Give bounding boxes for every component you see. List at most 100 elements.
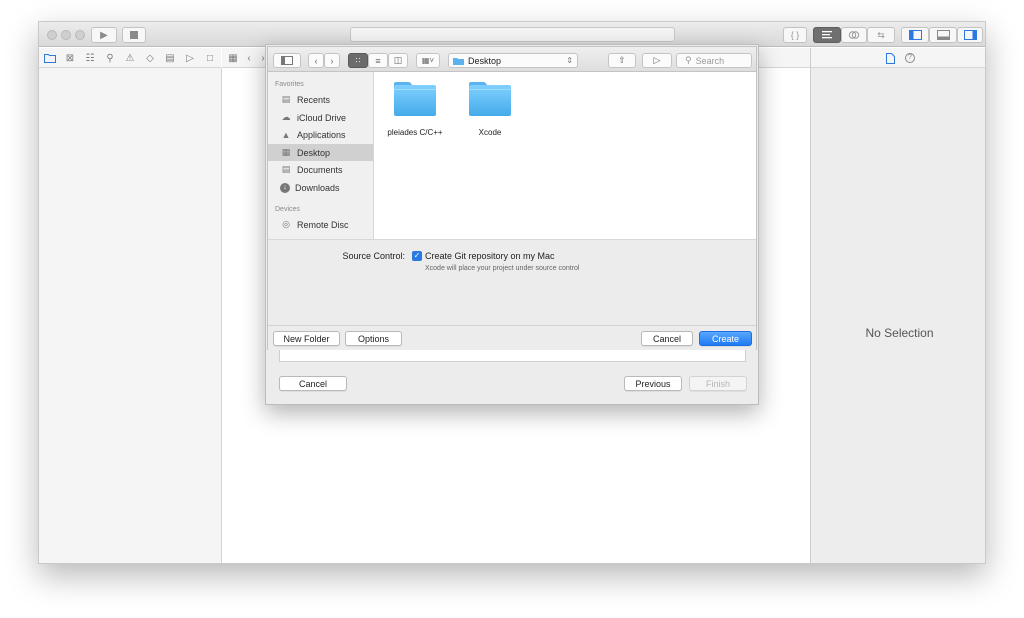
related-items-icon[interactable]: ▦ (226, 51, 240, 65)
warning-icon[interactable]: ⚠ (123, 51, 137, 65)
sidebar-item-remote-disc[interactable]: ◎ Remote Disc (268, 216, 373, 233)
sheet-cancel-button[interactable]: Cancel (279, 376, 347, 391)
zoom-window-button[interactable] (75, 30, 85, 40)
list-view-button[interactable]: ≡ (368, 53, 388, 68)
clock-icon: ▤ (281, 94, 291, 104)
tags-button[interactable]: ▷ (642, 53, 672, 68)
save-panel-toolbar: ‹ › ∷ ≡ ◫ ▦˅ Desktop ⇕ ⇧ ▷ ⚲ Search (268, 47, 756, 72)
disc-icon: ◎ (282, 219, 290, 229)
favorites-header: Favorites (275, 81, 304, 88)
create-button[interactable]: Create (699, 331, 752, 346)
inspector-selector-bar: ? (811, 48, 985, 68)
symbol-icon[interactable]: ☷ (83, 51, 97, 65)
grid-icon: ∷ (355, 56, 361, 65)
folder-icon[interactable] (469, 82, 511, 116)
git-hint: Xcode will place your project under sour… (425, 265, 580, 272)
search-placeholder: Search (695, 55, 725, 66)
arrange-button[interactable]: ▦˅ (416, 53, 440, 68)
minimize-window-button[interactable] (61, 30, 71, 40)
source-control-icon[interactable]: ⊠ (63, 51, 77, 65)
finish-button[interactable]: Finish (689, 376, 747, 391)
sidebar-item-documents[interactable]: ▤ Documents (268, 161, 373, 178)
sidebar-item-desktop[interactable]: ▦ Desktop (268, 144, 373, 161)
arrange-grid-icon: ▦˅ (421, 56, 435, 65)
sidebar-item-icloud-drive[interactable]: ☁ iCloud Drive (268, 109, 373, 126)
git-checkbox-label[interactable]: Create Git repository on my Mac (425, 251, 555, 261)
stop-icon (130, 31, 138, 39)
toggle-debug-area-button[interactable] (929, 27, 957, 43)
share-icon: ⇧ (618, 55, 626, 65)
sidebar-item-downloads[interactable]: ↓ Downloads (268, 179, 373, 196)
left-panel-icon (908, 30, 922, 40)
save-panel: ‹ › ∷ ≡ ◫ ▦˅ Desktop ⇕ ⇧ ▷ ⚲ Search Favo… (267, 46, 757, 350)
cloud-icon: ☁ (281, 112, 291, 122)
folder-icon (453, 57, 464, 65)
share-button[interactable]: ⇧ (608, 53, 636, 68)
debug-icon[interactable]: ▤ (163, 51, 177, 65)
sidebar-item-applications[interactable]: ▲ Applications (268, 126, 373, 143)
toggle-utilities-button[interactable] (957, 27, 983, 43)
sidebar-item-label: iCloud Drive (297, 112, 347, 123)
new-folder-button[interactable]: New Folder (273, 331, 340, 346)
play-icon: ▶ (100, 29, 108, 41)
tag-icon: ▷ (653, 55, 661, 65)
test-icon[interactable]: ◇ (143, 51, 157, 65)
toggle-navigator-button[interactable] (901, 27, 929, 43)
folder-label[interactable]: pleiades C/C++ (375, 128, 455, 137)
chevron-left-icon[interactable]: ‹ (242, 51, 256, 65)
help-icon[interactable]: ? (903, 51, 917, 65)
text-align-icon (822, 31, 832, 39)
list-icon: ≡ (375, 55, 381, 66)
updown-chevron-icon: ⇕ (566, 56, 573, 65)
inspector-area: ? No Selection (810, 48, 985, 563)
location-popup[interactable]: Desktop ⇕ (448, 53, 578, 68)
run-button[interactable]: ▶ (91, 27, 117, 43)
version-editor-button[interactable]: ⇆ (867, 27, 895, 43)
right-panel-icon (963, 30, 977, 40)
sidebar-item-label: Recents (297, 94, 331, 105)
navigator-area (39, 68, 222, 563)
sidebar-item-label: Applications (297, 129, 346, 140)
forward-button[interactable]: › (324, 53, 340, 68)
options-button[interactable]: Options (345, 331, 402, 346)
location-label: Desktop (468, 55, 502, 66)
columns-icon: ◫ (393, 55, 403, 65)
download-icon: ↓ (280, 182, 290, 193)
navigator-selector-bar: ⊠ ☷ ⚲ ⚠ ◇ ▤ ▷ □ (39, 48, 221, 68)
applications-icon: ▲ (281, 129, 291, 140)
library-button[interactable]: { } (783, 27, 807, 43)
previous-button[interactable]: Previous (624, 376, 682, 391)
chevron-left-icon: ‹ (314, 55, 318, 66)
save-panel-sidebar: Favorites ▤ Recents ☁ iCloud Drive ▲ App… (268, 72, 374, 239)
sidebar-item-recents[interactable]: ▤ Recents (268, 91, 373, 108)
cancel-button[interactable]: Cancel (641, 331, 693, 346)
no-selection-label: No Selection (865, 326, 934, 340)
icon-view-button[interactable]: ∷ (348, 53, 368, 68)
arrows-swap-icon: ⇆ (877, 29, 885, 40)
back-button[interactable]: ‹ (308, 53, 324, 68)
save-options-area: Source Control: ✓ Create Git repository … (268, 239, 756, 325)
document-icon: ▤ (281, 164, 291, 174)
stop-button[interactable] (122, 27, 146, 43)
folder-icon[interactable] (394, 82, 436, 116)
save-panel-footer: New Folder Options Cancel Create (268, 325, 756, 350)
assistant-editor-button[interactable] (841, 27, 867, 43)
sidebar-toggle-button[interactable] (273, 53, 301, 68)
breakpoint-icon[interactable]: ▷ (183, 51, 197, 65)
desktop-icon: ▦ (281, 147, 291, 157)
report-icon[interactable]: □ (203, 51, 217, 65)
git-checkbox[interactable]: ✓ (412, 251, 422, 261)
folder-label[interactable]: Xcode (450, 128, 530, 137)
chevron-right-icon: › (330, 55, 334, 66)
sidebar-item-label: Remote Disc (297, 219, 349, 230)
file-inspector-icon[interactable] (883, 51, 897, 65)
sidebar-item-label: Downloads (295, 182, 340, 193)
close-window-button[interactable] (47, 30, 57, 40)
bottom-panel-icon (936, 30, 950, 40)
search-icon[interactable]: ⚲ (103, 51, 117, 65)
sidebar-icon (281, 56, 293, 65)
standard-editor-button[interactable] (813, 27, 841, 43)
folder-icon[interactable] (43, 51, 57, 65)
search-field[interactable]: ⚲ Search (676, 53, 752, 68)
column-view-button[interactable]: ◫ (388, 53, 408, 68)
